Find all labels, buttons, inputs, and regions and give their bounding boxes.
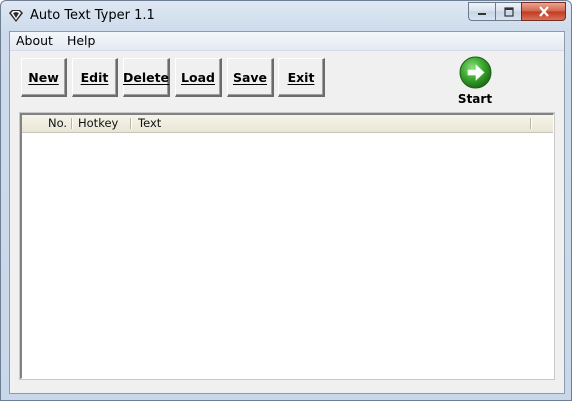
minimize-icon (478, 12, 486, 15)
delete-button-label: Delete (122, 69, 170, 85)
new-button-label: New (28, 69, 59, 85)
menu-help[interactable]: Help (60, 32, 103, 50)
menu-bar: About Help (10, 32, 564, 51)
exit-button[interactable]: Exit (278, 58, 325, 97)
start-button[interactable]: Start (455, 54, 495, 109)
close-icon (538, 6, 549, 17)
minimize-button[interactable] (468, 2, 495, 21)
load-button[interactable]: Load (175, 58, 222, 97)
client-area: About Help New Edit Delete Load Save Exi… (9, 31, 565, 394)
start-label: Start (457, 92, 493, 106)
save-button[interactable]: Save (227, 58, 274, 97)
column-divider[interactable] (71, 118, 73, 129)
new-button[interactable]: New (21, 58, 67, 97)
column-header-hotkey[interactable]: Hotkey (78, 115, 118, 132)
column-header-no[interactable]: No. (48, 115, 67, 132)
arrow-right-circle-icon (459, 56, 492, 89)
edit-button-label: Edit (80, 69, 109, 85)
close-button[interactable] (521, 2, 566, 21)
load-button-label: Load (181, 69, 215, 85)
maximize-button[interactable] (495, 2, 521, 21)
maximize-icon (503, 6, 514, 17)
app-logo-icon (9, 10, 23, 22)
list-header: No. Hotkey Text (22, 115, 553, 133)
column-divider[interactable] (530, 118, 532, 129)
column-divider[interactable] (130, 118, 132, 129)
title-bar[interactable]: Auto Text Typer 1.1 (1, 1, 571, 31)
edit-button[interactable]: Edit (72, 58, 118, 97)
delete-button[interactable]: Delete (123, 58, 170, 97)
column-header-text[interactable]: Text (138, 115, 161, 132)
list-body[interactable] (22, 134, 553, 374)
exit-button-label: Exit (287, 69, 315, 85)
app-window: Auto Text Typer 1.1 About Help New Edit … (0, 0, 572, 401)
hotkey-list[interactable]: No. Hotkey Text (20, 113, 554, 379)
window-controls (468, 2, 566, 22)
menu-about[interactable]: About (10, 32, 60, 50)
save-button-label: Save (232, 69, 268, 85)
window-title: Auto Text Typer 1.1 (30, 8, 155, 23)
